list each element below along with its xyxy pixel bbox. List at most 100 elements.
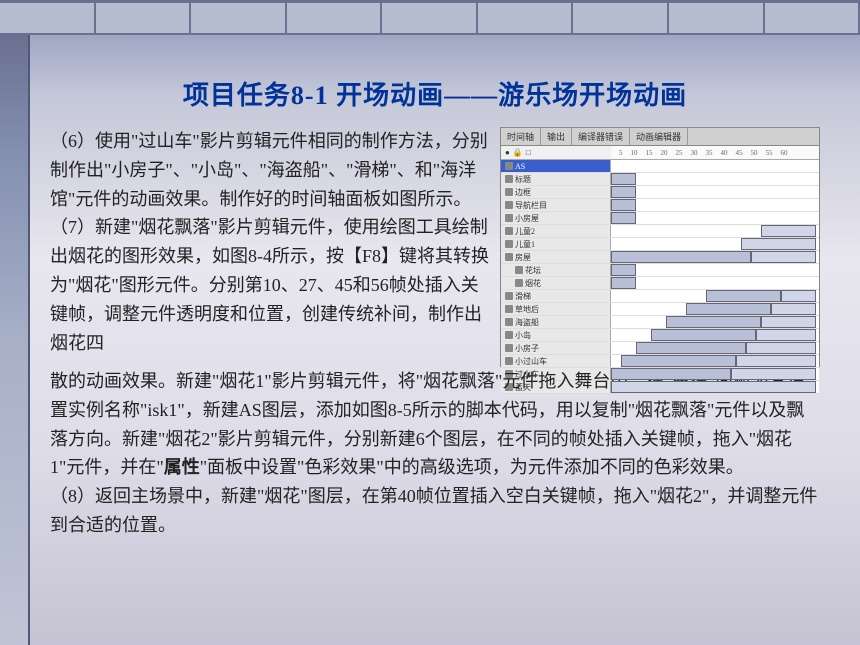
layer-name: 儿童1	[501, 238, 611, 250]
frames-area	[611, 173, 819, 185]
layer-row: 花坛	[501, 264, 819, 277]
layer-row: 海盗船	[501, 316, 819, 329]
layer-row: AS	[501, 160, 819, 173]
frame-span	[736, 355, 816, 367]
layer-name: 小岛	[501, 329, 611, 341]
layer-icon	[505, 292, 513, 300]
layer-name: 小房屋	[501, 212, 611, 224]
bold-attribute-2: 属性	[164, 457, 200, 477]
layer-row: 小房子	[501, 342, 819, 355]
frames-area	[611, 290, 819, 302]
layer-row: 儿童1	[501, 238, 819, 251]
layer-icon	[515, 266, 523, 274]
layer-row: 烟花	[501, 277, 819, 290]
layer-row: 儿童2	[501, 225, 819, 238]
layers-list: AS标题边框导航栏目小房屋儿童2儿童1房屋花坛烟花滑梯草地后海盗船小岛小房子小过…	[501, 160, 819, 394]
frame-span	[706, 290, 781, 302]
frame-span	[611, 251, 751, 263]
layer-row: 草地后	[501, 303, 819, 316]
frames-area	[611, 381, 819, 393]
layer-icon	[505, 344, 513, 352]
frame-span	[611, 277, 636, 289]
text-column-left: （6）使用"过山车"影片剪辑元件相同的制作方法，分别制作出"小房子"、"小岛"、…	[50, 127, 490, 367]
frame-span	[651, 329, 756, 341]
frames-area	[611, 199, 819, 211]
frames-area	[611, 355, 819, 367]
layer-icon	[505, 357, 513, 365]
slide-title: 项目任务8-1 开场动画——游乐场开场动画	[50, 75, 820, 112]
frame-span	[781, 290, 816, 302]
layer-icon	[515, 279, 523, 287]
frames-area	[611, 264, 819, 276]
paragraph-7a: （7）新建"烟花飘落"影片剪辑元件，使用绘图工具绘制出烟花的图形效果，如图8-4…	[50, 213, 490, 357]
frame-span	[611, 173, 636, 185]
layer-name: 烟花	[501, 277, 611, 289]
layer-name: 小过山车	[501, 355, 611, 367]
frame-span	[611, 264, 636, 276]
layer-icon	[505, 240, 513, 248]
paragraph-8: （8）返回主场景中，新建"烟花"图层，在第40帧位置插入空白关键帧，拖入"烟花2…	[50, 482, 820, 540]
layer-icon	[505, 201, 513, 209]
layer-icon	[505, 305, 513, 313]
frame-span	[731, 368, 816, 380]
frame-span	[686, 303, 771, 315]
top-brick-border	[0, 0, 860, 35]
timeline-header: ● 🔒 □ 51015202530354045505560	[501, 146, 819, 160]
layer-name: 标题	[501, 173, 611, 185]
timeline-tabs: 时间轴输出编译器错误动画编辑器	[501, 128, 819, 146]
layer-icon	[505, 175, 513, 183]
frames-area	[611, 277, 819, 289]
paragraph-6: （6）使用"过山车"影片剪辑元件相同的制作方法，分别制作出"小房子"、"小岛"、…	[50, 127, 490, 213]
layer-row: 滑梯	[501, 290, 819, 303]
frames-area	[611, 225, 819, 237]
frames-area	[611, 303, 819, 315]
frame-span	[761, 225, 816, 237]
layer-icon	[505, 214, 513, 222]
frame-span	[636, 342, 746, 354]
layer-row: 标题	[501, 173, 819, 186]
timeline-tab: 编译器错误	[572, 128, 630, 145]
layer-name: AS	[501, 160, 611, 172]
layer-icon	[505, 331, 513, 339]
layer-row: 房屋	[501, 251, 819, 264]
frames-area	[611, 186, 819, 198]
frames-area	[611, 212, 819, 224]
layer-icon	[505, 162, 513, 170]
outline-icon: □	[526, 148, 531, 157]
timeline-tab: 动画编辑器	[630, 128, 688, 145]
frame-span	[611, 186, 636, 198]
layer-row: 小房屋	[501, 212, 819, 225]
frame-span	[611, 368, 731, 380]
frames-area	[611, 368, 819, 380]
frame-span	[666, 316, 761, 328]
layer-icon	[505, 227, 513, 235]
frame-span	[751, 251, 816, 263]
layer-icon	[505, 318, 513, 326]
timeline-panel-screenshot: 时间轴输出编译器错误动画编辑器 ● 🔒 □ 510152025303540455…	[500, 127, 820, 367]
frame-span	[746, 342, 816, 354]
layer-name: 海盗船	[501, 316, 611, 328]
layer-icon	[505, 253, 513, 261]
layer-row: 边框	[501, 186, 819, 199]
layer-icon	[505, 188, 513, 196]
layer-name: 房屋	[501, 251, 611, 263]
layer-name: 儿童2	[501, 225, 611, 237]
frames-area	[611, 316, 819, 328]
layer-name: 小房子	[501, 342, 611, 354]
frame-span	[621, 355, 736, 367]
frame-span	[611, 199, 636, 211]
frame-span	[771, 303, 816, 315]
frame-span	[756, 329, 816, 341]
frame-span	[611, 381, 816, 393]
layer-row: 导航栏目	[501, 199, 819, 212]
eye-icon: ●	[505, 148, 510, 157]
timeline-tab: 时间轴	[501, 128, 541, 145]
lock-icon: 🔒	[513, 148, 523, 157]
timeline-tab: 输出	[541, 128, 572, 145]
frames-area	[611, 251, 819, 263]
frame-ruler: 51015202530354045505560	[611, 146, 819, 159]
layer-name: 花坛	[501, 264, 611, 276]
frames-area	[611, 342, 819, 354]
layer-name: 边框	[501, 186, 611, 198]
slide-content: 项目任务8-1 开场动画——游乐场开场动画 （6）使用"过山车"影片剪辑元件相同…	[0, 35, 860, 560]
